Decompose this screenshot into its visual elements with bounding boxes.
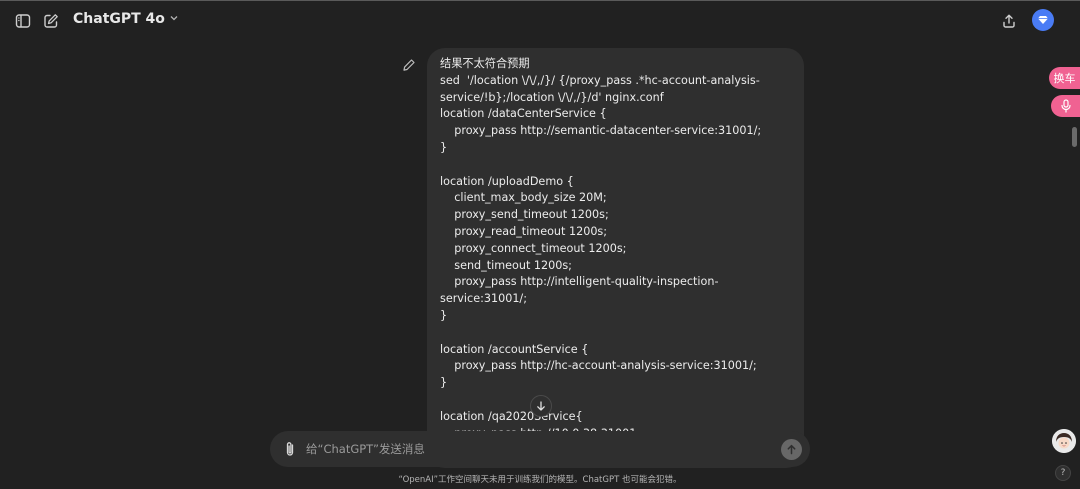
message-line: 结果不太符合预期 [440, 57, 530, 70]
new-chat-button[interactable] [40, 10, 62, 32]
diamond-icon [1038, 16, 1048, 24]
help-button[interactable]: ? [1055, 465, 1071, 481]
attach-button[interactable] [282, 440, 298, 458]
arrow-down-icon [537, 401, 545, 411]
message-line: location /qa2020Service{ [440, 409, 583, 423]
avatar-face-icon [1052, 429, 1076, 453]
message-line: } [440, 140, 448, 154]
page-scrollbar[interactable] [1069, 42, 1080, 489]
share-icon [1003, 14, 1015, 28]
top-bar: ChatGPT 4o [0, 1, 1080, 41]
message-input[interactable]: 给“ChatGPT”发送消息 [306, 441, 425, 457]
message-line: location /accountService { [440, 342, 589, 356]
pencil-icon [403, 59, 415, 71]
message-line: proxy_pass http://semantic-datacenter-se… [440, 124, 762, 138]
paperclip-icon [286, 442, 294, 456]
chat-app: ChatGPT 4o 结果不太符合预期 sed '/location \/\/,… [0, 0, 1080, 489]
new-chat-icon [44, 14, 58, 28]
message-line: } [440, 308, 448, 322]
user-message-bubble: 结果不太符合预期 sed '/location \/\/,/}/ {/proxy… [427, 48, 804, 468]
message-line: sed '/location \/\/,/}/ {/proxy_pass .*h… [440, 73, 760, 104]
scroll-to-bottom-button[interactable] [530, 395, 552, 417]
message-line: send_timeout 1200s; [440, 258, 572, 272]
message-line [440, 392, 791, 409]
scrollbar-thumb[interactable] [1072, 127, 1077, 147]
message-line: location /dataCenterService { [440, 107, 607, 121]
chevron-down-icon [169, 13, 179, 26]
message-line [440, 157, 791, 174]
disclaimer-text: “OpenAI”工作空间聊天未用于训练我们的模型。ChatGPT 也可能会犯错。 [398, 475, 682, 485]
assistant-avatar[interactable] [1052, 429, 1076, 453]
message-line [440, 325, 791, 342]
sidebar-toggle-button[interactable] [12, 10, 34, 32]
message-line: proxy_read_timeout 1200s; [440, 224, 608, 238]
model-title: ChatGPT 4o [73, 11, 165, 27]
message-line: proxy_pass http://hc-account-analysis-se… [440, 359, 757, 373]
message-line: location /uploadDemo { [440, 174, 574, 188]
message-composer[interactable]: 给“ChatGPT”发送消息 [270, 431, 810, 467]
message-line: proxy_connect_timeout 1200s; [440, 241, 627, 255]
model-selector[interactable]: ChatGPT 4o [73, 11, 179, 27]
sidebar-toggle-icon [15, 14, 31, 28]
arrow-up-icon [787, 444, 796, 455]
message-line: proxy_pass http://intelligent-quality-in… [440, 275, 719, 306]
message-line: proxy_send_timeout 1200s; [440, 208, 609, 222]
profile-button[interactable] [1032, 9, 1054, 31]
message-line: client_max_body_size 20M; [440, 191, 607, 205]
share-button[interactable] [998, 10, 1020, 32]
edit-message-button[interactable] [402, 57, 416, 71]
message-line: } [440, 376, 448, 390]
send-button[interactable] [781, 439, 802, 460]
